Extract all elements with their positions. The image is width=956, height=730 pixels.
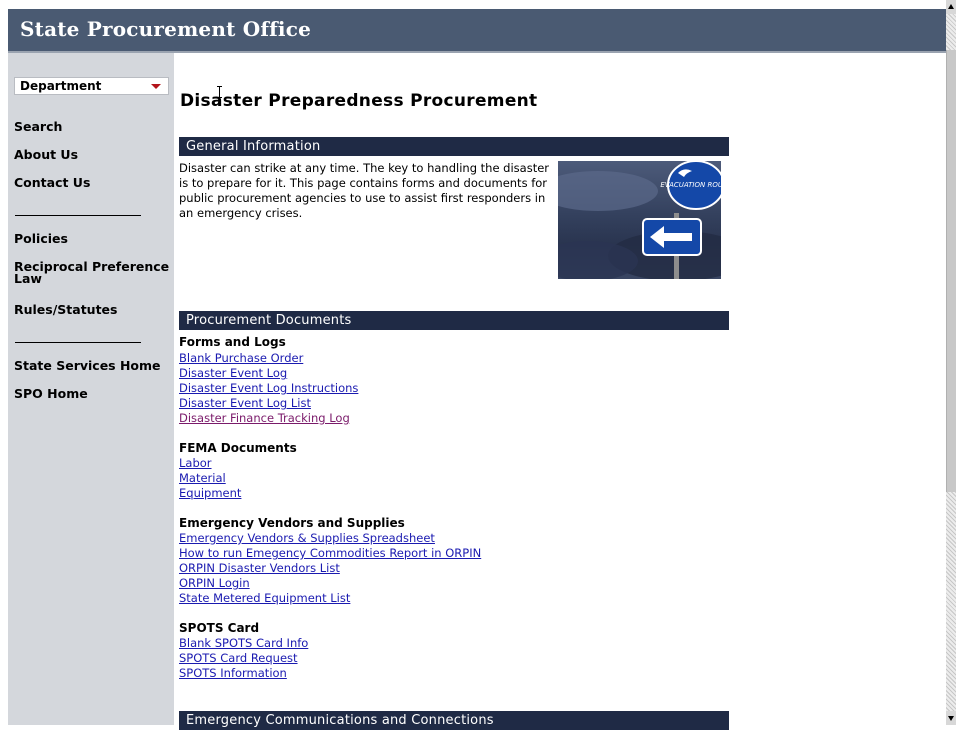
link-disaster-finance-tracking-log[interactable]: Disaster Finance Tracking Log	[179, 411, 350, 426]
sidebar-item-rules-statutes[interactable]: Rules/Statutes	[14, 303, 117, 316]
chevron-down-icon	[151, 84, 161, 89]
sidebar-item-policies[interactable]: Policies	[14, 232, 68, 245]
link-labor[interactable]: Labor	[179, 456, 212, 471]
evacuation-route-image: EVACUATION ROUTE	[558, 161, 721, 279]
section-header-label: Procurement Documents	[186, 313, 352, 328]
section-header-general: General Information	[179, 137, 729, 156]
scroll-down-button[interactable]	[946, 711, 956, 725]
link-spots-card-request[interactable]: SPOTS Card Request	[179, 651, 298, 666]
arrow-up-icon	[948, 4, 954, 9]
link-emergency-commodities-report[interactable]: How to run Emegency Commodities Report i…	[179, 546, 481, 561]
department-dropdown[interactable]: Department	[14, 77, 169, 95]
group-title-fema-documents: FEMA Documents	[179, 441, 297, 455]
department-dropdown-value: Department	[20, 79, 102, 93]
intro-text: Disaster can strike at any time. The key…	[179, 161, 550, 220]
link-emergency-vendors-spreadsheet[interactable]: Emergency Vendors & Supplies Spreadsheet	[179, 531, 435, 546]
sidebar-divider	[15, 342, 141, 343]
site-title: State Procurement Office	[20, 17, 312, 41]
sidebar: Department Search About Us Contact Us Po…	[8, 53, 174, 725]
sidebar-item-about-us[interactable]: About Us	[14, 148, 78, 161]
link-disaster-event-log[interactable]: Disaster Event Log	[179, 366, 287, 381]
link-blank-purchase-order[interactable]: Blank Purchase Order	[179, 351, 303, 366]
page-title: Disaster Preparedness Procurement	[180, 91, 538, 111]
section-header-procurement: Procurement Documents	[179, 311, 729, 330]
link-disaster-event-log-instructions[interactable]: Disaster Event Log Instructions	[179, 381, 358, 396]
scrollbar-thumb[interactable]	[946, 50, 956, 492]
site-header: State Procurement Office	[8, 9, 946, 53]
link-state-metered-equipment-list[interactable]: State Metered Equipment List	[179, 591, 350, 606]
section-header-label: Emergency Communications and Connections	[186, 713, 494, 728]
main-content: Disaster Preparedness Procurement Genera…	[174, 53, 946, 730]
scroll-up-button[interactable]	[946, 0, 956, 14]
sidebar-item-search[interactable]: Search	[14, 120, 62, 133]
link-orpin-disaster-vendors-list[interactable]: ORPIN Disaster Vendors List	[179, 561, 340, 576]
group-title-spots-card: SPOTS Card	[179, 621, 260, 635]
link-disaster-event-log-list[interactable]: Disaster Event Log List	[179, 396, 311, 411]
link-equipment[interactable]: Equipment	[179, 486, 241, 501]
group-title-emergency-vendors: Emergency Vendors and Supplies	[179, 516, 405, 530]
sidebar-item-reciprocal-preference-law[interactable]: Reciprocal Preference Law	[14, 260, 172, 285]
top-strip	[0, 0, 946, 9]
sign-text: EVACUATION ROUTE	[660, 181, 721, 189]
section-header-communications: Emergency Communications and Connections	[179, 711, 729, 730]
sidebar-item-contact-us[interactable]: Contact Us	[14, 176, 90, 189]
link-orpin-login[interactable]: ORPIN Login	[179, 576, 250, 591]
section-header-label: General Information	[186, 139, 321, 154]
sidebar-divider	[15, 215, 141, 216]
link-material[interactable]: Material	[179, 471, 226, 486]
link-spots-information[interactable]: SPOTS Information	[179, 666, 287, 681]
arrow-down-icon	[948, 716, 954, 721]
vertical-scrollbar[interactable]	[946, 0, 956, 725]
sidebar-item-state-services-home[interactable]: State Services Home	[14, 359, 161, 372]
sidebar-item-spo-home[interactable]: SPO Home	[14, 387, 88, 400]
text-cursor-icon	[217, 86, 222, 98]
link-blank-spots-card-info[interactable]: Blank SPOTS Card Info	[179, 636, 308, 651]
group-title-forms-logs: Forms and Logs	[179, 335, 286, 349]
